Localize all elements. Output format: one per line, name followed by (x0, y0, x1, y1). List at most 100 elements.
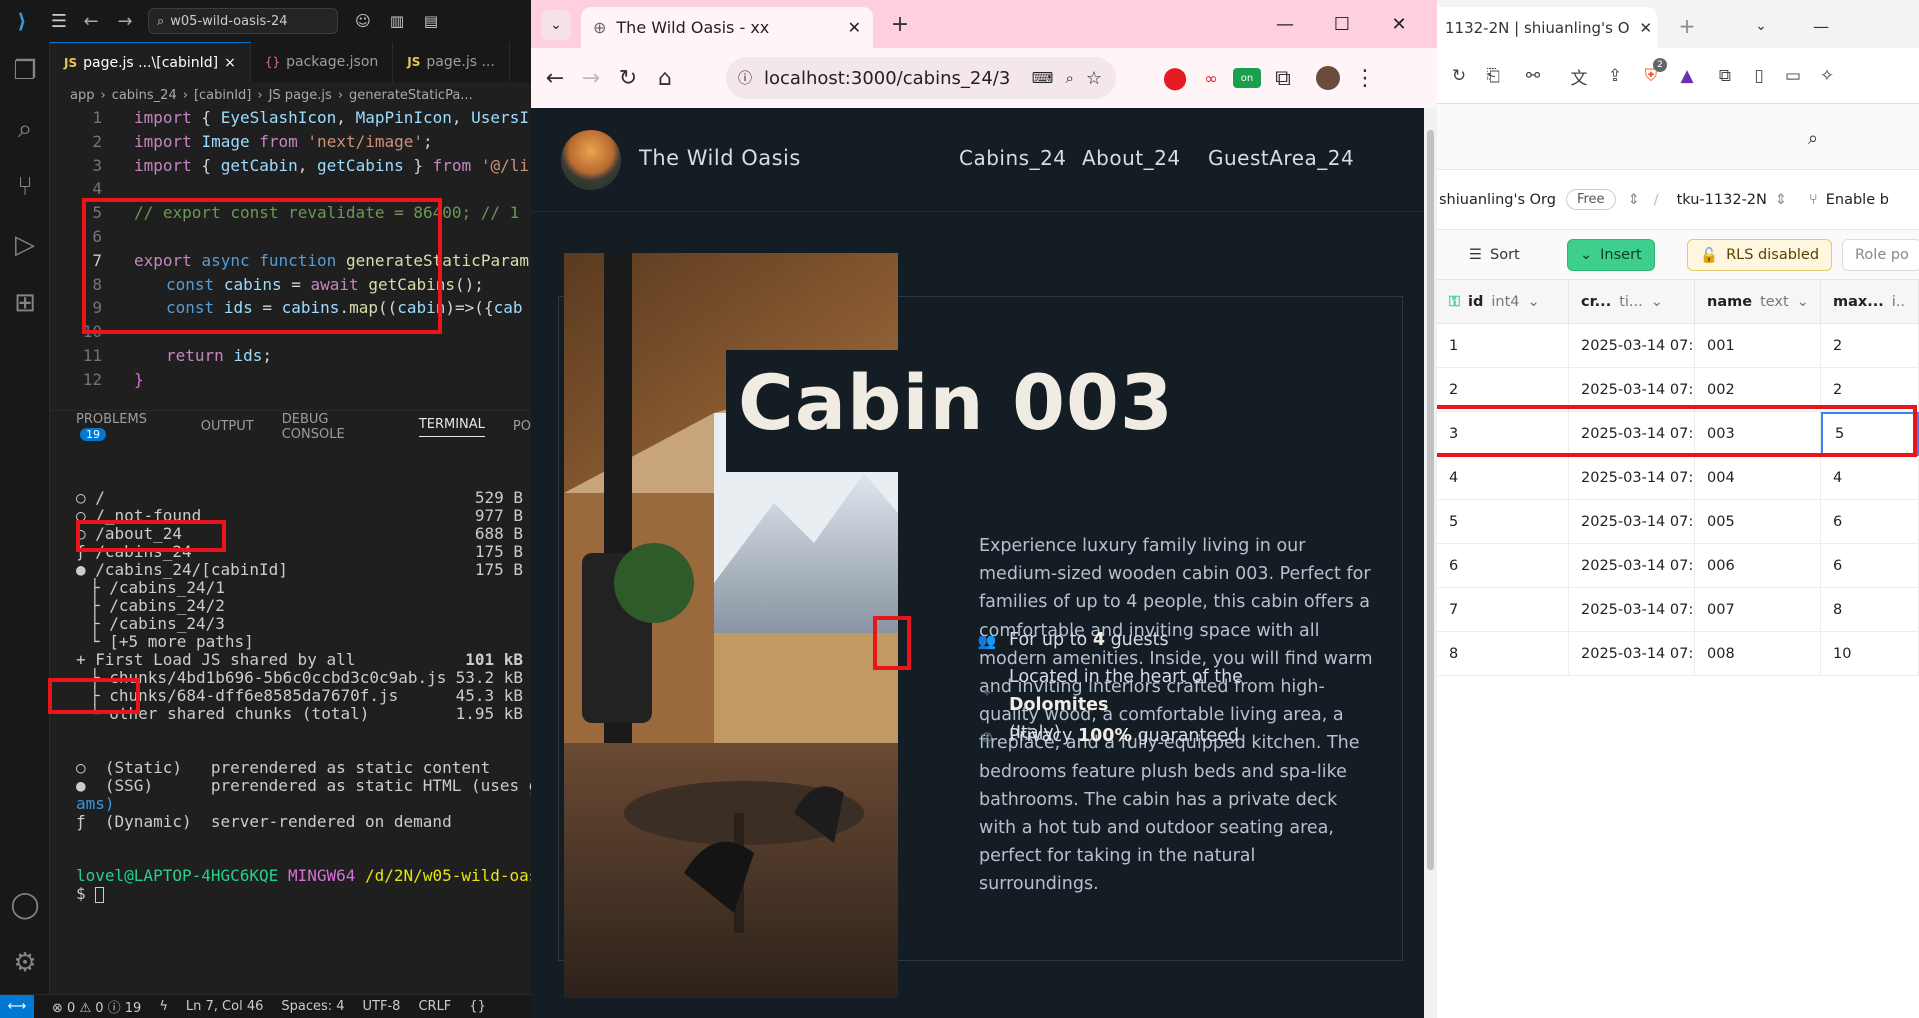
copilot-icon[interactable]: ☺ (346, 12, 380, 30)
cell-name[interactable]: 004 (1695, 456, 1821, 500)
new-tab-icon[interactable]: + (886, 10, 914, 38)
tab-ports[interactable]: PO (513, 419, 531, 434)
table-row[interactable]: 4 2025-03-14 07:2 004 4 (1437, 456, 1919, 500)
new-tab-icon[interactable]: + (1673, 12, 1701, 40)
minimize-icon[interactable]: — (1271, 10, 1299, 38)
tab-page-js[interactable]: JS page.js ... (393, 42, 510, 82)
site-info-icon[interactable]: ⓘ (738, 68, 752, 88)
tab-debug-console[interactable]: DEBUG CONSOLE (282, 412, 391, 442)
table-row[interactable]: 6 2025-03-14 07:2 006 6 (1437, 544, 1919, 588)
search-icon[interactable]: ⌕ (1801, 126, 1825, 150)
breadcrumb-item[interactable]: [cabinId] (194, 88, 251, 103)
cell-max[interactable]: 6 (1821, 500, 1919, 544)
cell-created[interactable]: 2025-03-14 07:2 (1569, 588, 1695, 632)
back-arrow-icon[interactable]: ← (541, 64, 569, 92)
settings-gear-icon[interactable]: ⚙ (0, 934, 50, 992)
column-header-id[interactable]: ⚿ id int4 ⌄ (1437, 280, 1569, 324)
cell-max[interactable]: 6 (1821, 544, 1919, 588)
column-header-created[interactable]: cr... ti... ⌄ (1569, 280, 1695, 324)
bookmark-icon[interactable]: ⎗ (1479, 62, 1507, 90)
cell-id[interactable]: 8 (1437, 632, 1569, 676)
cell-name[interactable]: 008 (1695, 632, 1821, 676)
site-title[interactable]: The Wild Oasis (639, 146, 801, 170)
chrome-menu-icon[interactable]: ⋮ (1351, 64, 1379, 92)
close-icon[interactable]: × (224, 55, 236, 71)
cell-max[interactable]: 2 (1821, 324, 1919, 368)
profile-avatar[interactable] (1316, 66, 1340, 90)
problems-status[interactable]: ⊗ 0 ⚠ 0 ⓘ 19 (52, 997, 141, 1016)
maximize-icon[interactable]: ☐ (1328, 10, 1356, 38)
cell-created[interactable]: 2025-03-14 07:2 (1569, 544, 1695, 588)
prompt-input[interactable]: $ (76, 883, 105, 905)
tab-problems[interactable]: PROBLEMS19 (76, 412, 173, 442)
scrollbar-thumb[interactable] (1427, 130, 1434, 870)
role-button[interactable]: Role po (1842, 239, 1919, 271)
encoding[interactable]: UTF-8 (363, 999, 401, 1014)
translate-icon[interactable]: 文 (1565, 62, 1593, 90)
breadcrumb-item[interactable]: generateStaticPa... (349, 88, 473, 103)
nav-about[interactable]: About_24 (1082, 146, 1181, 170)
indent-setting[interactable]: Spaces: 4 (281, 999, 344, 1014)
remote-icon[interactable]: ⟷ (0, 994, 34, 1018)
close-window-icon[interactable]: ✕ (1385, 10, 1413, 38)
enable-branching[interactable]: Enable b (1826, 192, 1889, 208)
cell-name[interactable]: 007 (1695, 588, 1821, 632)
cell-name[interactable]: 006 (1695, 544, 1821, 588)
cell-created[interactable]: 2025-03-14 07:2 (1569, 500, 1695, 544)
close-icon[interactable]: ✕ (848, 18, 861, 37)
chevron-down-icon[interactable]: ⌄ (1747, 12, 1775, 40)
extensions-puzzle-icon[interactable]: ⧉ (1269, 64, 1297, 92)
nav-guest-area[interactable]: GuestArea_24 (1208, 146, 1354, 170)
reload-icon[interactable]: ↻ (614, 64, 642, 92)
chevron-updown-icon[interactable]: ⇕ (1628, 192, 1640, 208)
extensions-icon[interactable]: ⊞ (0, 274, 50, 332)
cell-name[interactable]: 001 (1695, 324, 1821, 368)
leo-icon[interactable]: ✧ (1813, 62, 1841, 90)
sidebar-icon[interactable]: ▯ (1745, 62, 1773, 90)
bookmark-star-icon[interactable]: ☆ (1086, 68, 1102, 89)
back-arrow-icon[interactable]: ← (74, 11, 108, 32)
forward-arrow-icon[interactable]: → (577, 64, 605, 92)
account-icon[interactable]: ◯ (0, 876, 50, 934)
language-mode[interactable]: {} (469, 999, 486, 1014)
insert-button[interactable]: ⌄ Insert (1567, 239, 1655, 271)
layout-icon[interactable]: ▥ (380, 12, 414, 30)
tune-icon[interactable]: ⚯ (1519, 62, 1547, 90)
nav-cabins[interactable]: Cabins_24 (959, 146, 1067, 170)
zoom-icon[interactable]: ⌕ (1065, 69, 1073, 87)
breadcrumb-item[interactable]: app (70, 88, 94, 103)
column-header-max[interactable]: max... i.. (1821, 280, 1919, 324)
command-center-search[interactable]: ⌕ w05-wild-oasis-24 (148, 8, 338, 34)
infinity-extension-icon[interactable]: ∞ (1197, 64, 1225, 92)
forward-arrow-icon[interactable]: → (108, 11, 142, 32)
tab-package-json[interactable]: {} package.json (251, 42, 394, 82)
page-scrollbar[interactable] (1424, 108, 1437, 1018)
table-row[interactable]: 1 2025-03-14 07:2 001 2 (1437, 324, 1919, 368)
cell-id[interactable]: 5 (1437, 500, 1569, 544)
explorer-icon[interactable]: ❐ (0, 42, 50, 100)
cell-id[interactable]: 4 (1437, 456, 1569, 500)
supabase-tab[interactable]: 1132-2N | shiuanling's O ✕ (1437, 7, 1657, 48)
chevron-updown-icon[interactable]: ⇕ (1775, 192, 1787, 208)
eol[interactable]: CRLF (418, 999, 451, 1014)
sort-button[interactable]: ☰ Sort (1457, 239, 1532, 271)
column-header-name[interactable]: name text ⌄ (1695, 280, 1821, 324)
cell-created[interactable]: 2025-03-14 07:2 (1569, 324, 1695, 368)
tab-output[interactable]: OUTPUT (201, 419, 254, 434)
cursor-position[interactable]: Ln 7, Col 46 (186, 999, 263, 1014)
wallet-icon[interactable]: ▭ (1779, 62, 1807, 90)
cell-max[interactable]: 10 (1821, 632, 1919, 676)
minimize-icon[interactable]: — (1807, 12, 1835, 40)
cell-id[interactable]: 1 (1437, 324, 1569, 368)
rls-disabled-button[interactable]: 🔓 RLS disabled (1687, 239, 1833, 271)
cell-id[interactable]: 7 (1437, 588, 1569, 632)
close-icon[interactable]: ✕ (1640, 19, 1653, 37)
home-icon[interactable]: ⌂ (651, 64, 679, 92)
panel-toggle-icon[interactable]: ▤ (414, 12, 448, 30)
on-extension-icon[interactable]: on (1233, 68, 1261, 88)
run-debug-icon[interactable]: ▷ (0, 216, 50, 274)
cell-max[interactable]: 8 (1821, 588, 1919, 632)
cell-created[interactable]: 2025-03-14 07:2 (1569, 632, 1695, 676)
cell-name[interactable]: 005 (1695, 500, 1821, 544)
table-row[interactable]: 5 2025-03-14 07:2 005 6 (1437, 500, 1919, 544)
